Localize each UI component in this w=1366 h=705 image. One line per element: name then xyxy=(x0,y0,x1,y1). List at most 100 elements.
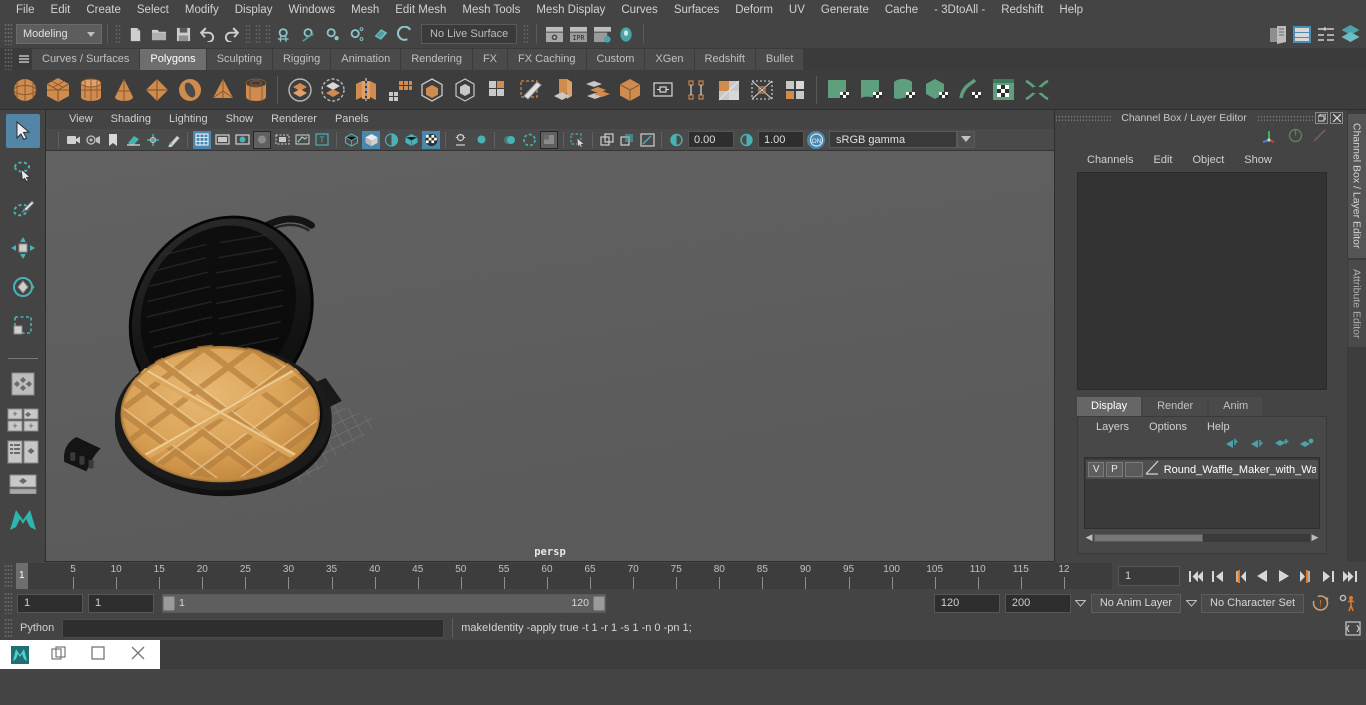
snap-to-view-plane-icon[interactable] xyxy=(370,23,392,45)
gamma-icon[interactable] xyxy=(737,131,755,149)
command-language-label[interactable]: Python xyxy=(12,622,62,634)
viewport-menu-renderer[interactable]: Renderer xyxy=(262,110,326,129)
smooth-shade-icon[interactable] xyxy=(362,130,380,149)
ipr-render-icon[interactable]: IPR xyxy=(567,23,589,45)
poly-torus-icon[interactable] xyxy=(173,73,206,107)
layer-list[interactable]: V P Round_Waffle_Maker_with_Waffle_0 xyxy=(1084,457,1320,529)
menu-item-redshift[interactable]: Redshift xyxy=(993,0,1051,20)
snap-to-curve-icon[interactable] xyxy=(298,23,320,45)
range-end-handle[interactable] xyxy=(593,595,605,611)
time-slider-grip[interactable] xyxy=(4,564,12,588)
close-icon[interactable] xyxy=(131,646,149,664)
shelf-tab-fx-caching[interactable]: FX Caching xyxy=(508,49,587,70)
menu-item-display[interactable]: Display xyxy=(227,0,281,20)
anim-layer-selector[interactable]: No Anim Layer xyxy=(1090,593,1182,613)
boolean-icon[interactable] xyxy=(415,73,448,107)
command-input[interactable] xyxy=(62,618,445,638)
camera-icon[interactable] xyxy=(64,131,82,149)
screen-space-ao-icon[interactable] xyxy=(471,131,489,149)
channel-box-menu-channels[interactable]: Channels xyxy=(1077,154,1143,166)
channel-box-menu-edit[interactable]: Edit xyxy=(1143,154,1182,166)
select-marquee-icon[interactable] xyxy=(569,131,587,149)
toolbar-grip-2[interactable] xyxy=(245,24,251,44)
menu-item-file[interactable]: File xyxy=(8,0,43,20)
poly-cylinder-icon[interactable] xyxy=(74,73,107,107)
show-hide-tool-settings-icon[interactable] xyxy=(1315,23,1337,45)
step-forward-frame-icon[interactable] xyxy=(1296,565,1316,587)
gate-mask-icon[interactable] xyxy=(253,130,271,149)
snap-to-projected-center-icon[interactable] xyxy=(346,23,368,45)
layer-editor-tab-display[interactable]: Display xyxy=(1077,397,1142,416)
layer-editor-tab-anim[interactable]: Anim xyxy=(1209,397,1263,416)
play-forwards-icon[interactable] xyxy=(1274,565,1294,587)
channel-box-menu-object[interactable]: Object xyxy=(1182,154,1234,166)
menu-set-selector[interactable]: Modeling xyxy=(16,24,102,44)
layer-list-scrollbar[interactable]: ◀ ▶ xyxy=(1084,532,1320,543)
viewport-3d-canvas[interactable]: persp xyxy=(46,151,1054,561)
grease-pencil-icon[interactable] xyxy=(164,131,182,149)
mirror-icon[interactable] xyxy=(349,73,382,107)
shelf-tab-redshift[interactable]: Redshift xyxy=(694,49,756,70)
shelf-tab-rendering[interactable]: Rendering xyxy=(401,49,473,70)
layer-shading-icon[interactable] xyxy=(1145,460,1159,480)
layer-row[interactable]: V P Round_Waffle_Maker_with_Waffle_0 xyxy=(1086,460,1318,479)
current-frame-field[interactable]: 1 xyxy=(1118,566,1180,586)
layer-playback-toggle[interactable]: P xyxy=(1106,462,1123,477)
scroll-left-icon[interactable]: ◀ xyxy=(1084,532,1094,543)
menu-item-create[interactable]: Create xyxy=(78,0,129,20)
undock-icon[interactable] xyxy=(1315,112,1328,124)
move-layer-down-icon[interactable] xyxy=(1249,437,1264,455)
undo-icon[interactable] xyxy=(196,23,218,45)
maximize-icon[interactable] xyxy=(91,645,109,664)
new-layer-from-selected-icon[interactable] xyxy=(1299,437,1314,455)
menu-item-surfaces[interactable]: Surfaces xyxy=(666,0,727,20)
make-live-icon[interactable] xyxy=(394,23,416,45)
uv-unfold-icon[interactable] xyxy=(1020,73,1053,107)
menu-item-cache[interactable]: Cache xyxy=(877,0,926,20)
menu-item-mesh[interactable]: Mesh xyxy=(343,0,387,20)
viewport-menu-shading[interactable]: Shading xyxy=(102,110,160,129)
smooth-icon[interactable] xyxy=(382,73,415,107)
show-hide-channel-box-icon[interactable] xyxy=(1339,23,1361,45)
xray-icon[interactable] xyxy=(293,131,311,149)
quick-layout-four-view[interactable]: + + + xyxy=(6,406,40,434)
menu-item-select[interactable]: Select xyxy=(129,0,177,20)
gamma-value[interactable]: 1.00 xyxy=(758,131,804,148)
layer-visibility-toggle[interactable]: V xyxy=(1088,462,1105,477)
shelf-tab-xgen[interactable]: XGen xyxy=(645,49,695,70)
sculpt-icon[interactable] xyxy=(778,73,811,107)
show-hide-attribute-editor-icon[interactable] xyxy=(1291,23,1313,45)
playback-start-time-field[interactable]: 1 xyxy=(88,593,154,613)
bookmark-icon[interactable] xyxy=(104,131,122,149)
menu-item-mesh-tools[interactable]: Mesh Tools xyxy=(454,0,528,20)
viewport-menu-view[interactable]: View xyxy=(60,110,102,129)
menu-item-edit-mesh[interactable]: Edit Mesh xyxy=(387,0,454,20)
color-space-chevron-down-icon[interactable] xyxy=(957,131,975,148)
side-tab-channel-box-layer-editor[interactable]: Channel Box / Layer Editor xyxy=(1347,114,1366,258)
uv-editor-icon[interactable] xyxy=(987,73,1020,107)
poly-sphere-icon[interactable] xyxy=(8,73,41,107)
menu-item-generate[interactable]: Generate xyxy=(813,0,877,20)
range-slider-bar[interactable]: 1 120 xyxy=(162,593,606,613)
last-tool-used[interactable] xyxy=(6,367,40,401)
append-polygon-icon[interactable] xyxy=(580,73,613,107)
combine-icon[interactable] xyxy=(283,73,316,107)
axis-gizmo-icon[interactable] xyxy=(1262,128,1279,148)
paint-select-tool[interactable] xyxy=(6,192,40,226)
color-management-toggle-icon[interactable]: ON xyxy=(807,130,825,149)
step-back-frame-icon[interactable] xyxy=(1230,565,1250,587)
command-line-grip[interactable] xyxy=(4,618,12,638)
shelf-tab-animation[interactable]: Animation xyxy=(331,49,402,70)
exposure-value[interactable]: 0.00 xyxy=(688,131,734,148)
save-scene-icon[interactable] xyxy=(172,23,194,45)
rotate-tool[interactable] xyxy=(6,270,40,304)
status-line-grip[interactable] xyxy=(4,23,12,45)
shaded-wireframe-icon[interactable] xyxy=(382,131,400,149)
layer-menu-options[interactable]: Options xyxy=(1139,421,1197,433)
target-weld-icon[interactable] xyxy=(646,73,679,107)
snap-to-grid-icon[interactable] xyxy=(274,23,296,45)
shelf-tab-sculpting[interactable]: Sculpting xyxy=(206,49,273,70)
uv-cylindrical-icon[interactable] xyxy=(855,73,888,107)
menu-item-help[interactable]: Help xyxy=(1051,0,1091,20)
animation-preferences-icon[interactable] xyxy=(1336,592,1360,614)
